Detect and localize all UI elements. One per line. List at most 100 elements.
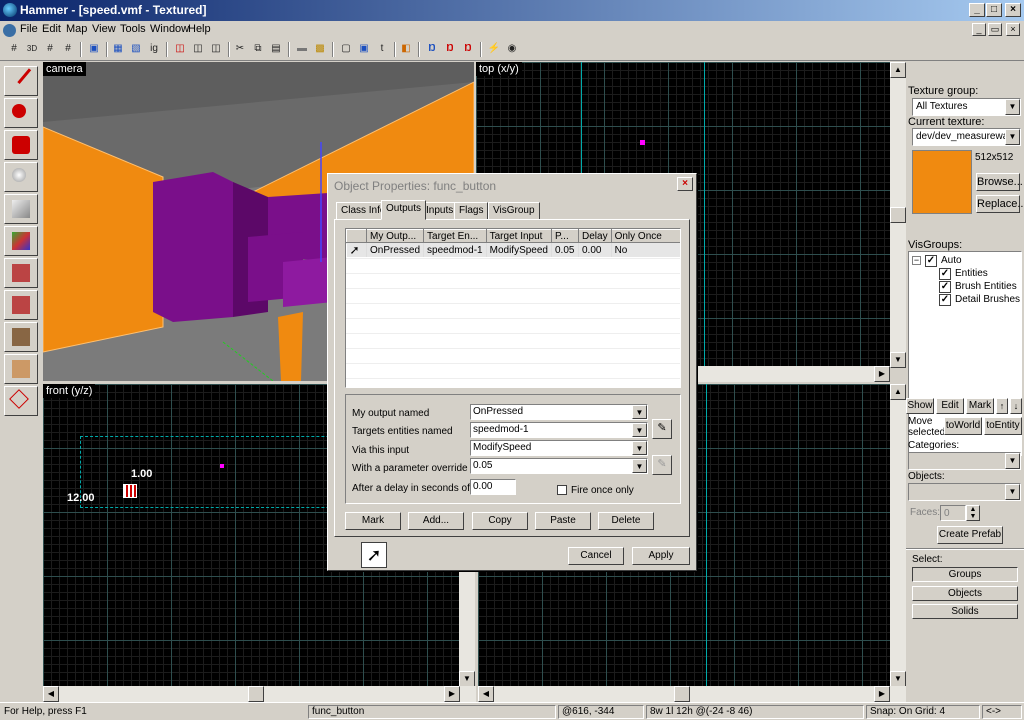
browse-button[interactable]: Browse... bbox=[976, 173, 1023, 191]
paste-button[interactable]: Paste bbox=[535, 512, 591, 530]
via-input-select[interactable]: ModifySpeed ▼ bbox=[470, 440, 648, 456]
fire-once-checkbox[interactable] bbox=[557, 485, 567, 495]
side-viewport-vscroll[interactable]: ▲ ▼ bbox=[890, 384, 906, 687]
outputs-list[interactable]: My Outp... Target En... Target Input P..… bbox=[345, 228, 681, 388]
menu-tools[interactable]: Tools bbox=[120, 23, 146, 35]
to-world-button[interactable]: toWorld bbox=[944, 417, 982, 435]
selection-tool-button[interactable] bbox=[4, 66, 43, 96]
column-header[interactable]: Target En... bbox=[423, 229, 487, 243]
hollow-icon[interactable]: ▩ bbox=[312, 41, 328, 57]
grid-larger-icon[interactable]: # bbox=[60, 41, 76, 57]
visgroup-checkbox[interactable]: ✓ bbox=[939, 294, 951, 306]
tab-inputs[interactable]: Inputs bbox=[421, 202, 459, 220]
magnify-tool-button[interactable] bbox=[4, 98, 38, 128]
vertex-tool-button[interactable] bbox=[4, 386, 38, 416]
maximize-button[interactable]: □ bbox=[986, 3, 1002, 17]
select-objects-button[interactable]: Objects bbox=[912, 586, 1018, 601]
dialog-close-icon[interactable]: × bbox=[677, 177, 693, 191]
texture-scale-lock-icon[interactable]: t bbox=[374, 41, 390, 57]
scroll-right-icon[interactable]: ▶ bbox=[444, 686, 460, 702]
mdi-restore-button[interactable]: ▭ bbox=[988, 23, 1002, 36]
replace-button[interactable]: Replace... bbox=[976, 195, 1024, 213]
delay-input[interactable]: 0.00 bbox=[470, 479, 516, 495]
scroll-up-icon[interactable]: ▲ bbox=[890, 62, 906, 78]
texture-application-button[interactable] bbox=[4, 226, 38, 256]
add-button[interactable]: Add... bbox=[408, 512, 464, 530]
menu-view[interactable]: View bbox=[92, 23, 116, 35]
scroll-thumb[interactable] bbox=[890, 207, 906, 223]
visgroup-checkbox[interactable]: ✓ bbox=[939, 281, 951, 293]
scroll-down-icon[interactable]: ▼ bbox=[459, 671, 475, 687]
cancel-button[interactable]: Cancel bbox=[568, 547, 624, 565]
scroll-thumb[interactable] bbox=[248, 686, 264, 702]
categories-select[interactable]: ▼ bbox=[908, 452, 1021, 470]
paste-icon[interactable]: ▤ bbox=[268, 41, 284, 57]
entity-tool-button[interactable] bbox=[4, 162, 38, 192]
map-properties-icon[interactable]: Ŋ bbox=[460, 41, 476, 57]
carve-icon[interactable]: ▬ bbox=[294, 41, 310, 57]
output-named-select[interactable]: OnPressed ▼ bbox=[470, 404, 648, 420]
faces-input[interactable]: 0 bbox=[940, 505, 966, 521]
move-up-icon[interactable]: ↑ bbox=[996, 398, 1008, 414]
objects-select[interactable]: ▼ bbox=[908, 483, 1021, 501]
visgroup-checkbox[interactable]: ✓ bbox=[925, 255, 937, 267]
selection-box-icon[interactable]: ▢ bbox=[338, 41, 354, 57]
mark-button[interactable]: Mark bbox=[345, 512, 401, 530]
current-texture-select[interactable]: dev/dev_measurewall0 ▼ bbox=[912, 128, 1021, 146]
animation-icon[interactable]: ⚡ bbox=[486, 41, 502, 57]
scroll-right-icon[interactable]: ▶ bbox=[874, 686, 890, 702]
copy-icon[interactable]: ⧉ bbox=[250, 41, 266, 57]
selected-button-brush[interactable] bbox=[123, 484, 137, 498]
cut-icon[interactable]: ✂ bbox=[232, 41, 248, 57]
entity-report-icon[interactable]: Ŋ bbox=[424, 41, 440, 57]
column-header[interactable]: Delay bbox=[578, 229, 612, 243]
delete-button[interactable]: Delete bbox=[598, 512, 654, 530]
copy-button[interactable]: Copy bbox=[472, 512, 528, 530]
column-header[interactable]: Only Once bbox=[610, 229, 680, 243]
minimize-button[interactable]: _ bbox=[969, 3, 985, 17]
edit-button[interactable]: Edit bbox=[936, 398, 964, 414]
ungroup-icon[interactable]: ▧ bbox=[128, 41, 144, 57]
table-row[interactable]: ➚ OnPressed speedmod-1 ModifySpeed 0.05 … bbox=[346, 242, 680, 257]
menu-help[interactable]: Help bbox=[188, 23, 211, 35]
hide-selected-icon[interactable]: ◫ bbox=[172, 41, 188, 57]
faces-spinner[interactable]: ▲ ▼ bbox=[966, 505, 980, 521]
scroll-up-icon[interactable]: ▲ bbox=[890, 384, 906, 400]
menu-edit[interactable]: Edit bbox=[42, 23, 61, 35]
apply-button[interactable]: Apply bbox=[632, 547, 690, 565]
select-solids-button[interactable]: Solids bbox=[912, 604, 1018, 619]
grid-3d-icon[interactable]: 3D bbox=[24, 41, 40, 57]
tab-outputs[interactable]: Outputs bbox=[381, 200, 427, 220]
targets-select[interactable]: speedmod-1 ▼ bbox=[470, 422, 648, 438]
tab-flags[interactable]: Flags bbox=[454, 202, 489, 220]
scroll-left-icon[interactable]: ◀ bbox=[478, 686, 494, 702]
show-all-icon[interactable]: ◫ bbox=[208, 41, 224, 57]
column-header[interactable]: My Outp... bbox=[365, 229, 425, 243]
mdi-minimize-button[interactable]: _ bbox=[972, 23, 986, 36]
camera-tool-button[interactable] bbox=[4, 130, 38, 160]
scroll-down-icon[interactable]: ▼ bbox=[890, 352, 906, 368]
texture-group-select[interactable]: All Textures ▼ bbox=[912, 98, 1021, 116]
menu-map[interactable]: Map bbox=[66, 23, 87, 35]
front-viewport-hscroll[interactable]: ◀ ▶ bbox=[43, 686, 476, 702]
side-viewport-hscroll[interactable]: ◀ ▶ bbox=[478, 686, 906, 702]
scroll-left-icon[interactable]: ◀ bbox=[43, 686, 59, 702]
group-icon[interactable]: ▦ bbox=[110, 41, 126, 57]
decal-tool-button[interactable] bbox=[4, 290, 38, 320]
move-down-icon[interactable]: ↓ bbox=[1010, 398, 1022, 414]
overlay-tool-button[interactable] bbox=[4, 354, 38, 384]
block-tool-button[interactable] bbox=[4, 194, 38, 224]
column-header[interactable]: P... bbox=[551, 229, 579, 243]
scroll-right-icon[interactable]: ▶ bbox=[874, 366, 890, 382]
scroll-thumb[interactable] bbox=[674, 686, 690, 702]
param-override-select[interactable]: 0.05 ▼ bbox=[470, 458, 648, 474]
tab-visgroup[interactable]: VisGroup bbox=[488, 202, 540, 220]
create-prefab-button[interactable]: Create Prefab bbox=[937, 526, 1003, 544]
show-button[interactable]: Show bbox=[906, 398, 934, 414]
menu-file[interactable]: File bbox=[20, 23, 38, 35]
menu-window[interactable]: Window bbox=[150, 23, 189, 35]
hide-unselected-icon[interactable]: ◫ bbox=[190, 41, 206, 57]
texture-lock-icon[interactable]: ▣ bbox=[356, 41, 372, 57]
grid-smaller-icon[interactable]: # bbox=[42, 41, 58, 57]
run-map-icon[interactable]: ◉ bbox=[504, 41, 520, 57]
